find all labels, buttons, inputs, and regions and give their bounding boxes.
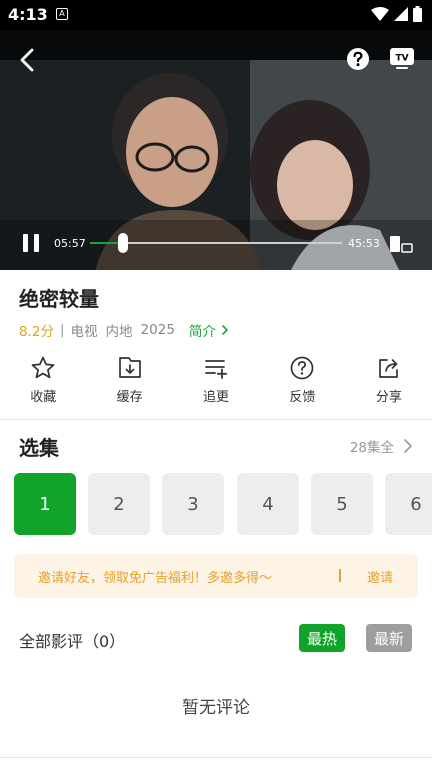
collect-label: 收藏 [30,390,57,405]
player-top-controls: TV [0,30,432,90]
current-time: 05:57 [54,237,86,250]
feedback-label: 反馈 [289,390,316,405]
question-icon [291,356,314,380]
status-bar: 4:13 A [0,0,432,30]
back-button[interactable] [14,46,42,74]
invite-button[interactable]: 邀请 [367,567,393,586]
chevron-right-icon [404,439,412,453]
pause-button[interactable] [20,232,42,254]
feedback-button[interactable]: 反馈 [259,355,345,409]
episode-item[interactable]: 6 [385,473,432,535]
wifi-icon [371,7,389,21]
divider [0,419,432,420]
show-type: 电视 [70,324,98,340]
intro-label: 简介 [188,324,216,340]
intro-link[interactable]: 简介 [189,320,231,340]
status-icons [371,6,422,22]
download-icon [118,357,141,378]
follow-label: 追更 [203,390,230,405]
cast-tv-button[interactable]: TV [389,46,415,70]
invite-banner[interactable]: 邀请好友，领取免广告福利！多邀多得～ 邀请 [14,554,418,598]
signal-icon [394,7,408,21]
app-notification-icon: A [56,8,68,20]
show-meta: 8.2分 | 电视 内地 2025 简介 [19,320,231,340]
share-label: 分享 [375,390,402,405]
episode-item[interactable]: 3 [162,473,224,535]
episodes-title: 选集 [19,436,59,460]
invite-text: 邀请好友，领取免广告福利！多邀多得～ [38,571,273,586]
episode-item[interactable]: 4 [237,473,299,535]
status-time: 4:13 [8,5,48,24]
show-region: 内地 [105,324,133,340]
video-player[interactable]: TV 05:57 45:53 [0,30,432,270]
show-year: 2025 [140,322,175,338]
episode-item[interactable]: 5 [311,473,373,535]
share-icon [378,359,398,378]
progress-bar[interactable] [90,233,342,253]
star-icon [31,356,55,379]
progress-handle[interactable] [117,233,128,253]
collect-button[interactable]: 收藏 [0,355,86,409]
episodes-count: 28集全 [349,440,394,456]
episode-item[interactable]: 2 [88,473,150,535]
svg-text:TV: TV [395,54,408,64]
help-button[interactable] [346,47,370,71]
sort-new-button[interactable]: 最新 [366,624,413,652]
follow-button[interactable]: 追更 [173,355,259,409]
cache-label: 缓存 [116,390,143,405]
episode-item[interactable]: 1 [14,473,76,535]
show-score: 8.2分 [19,324,54,340]
invite-divider [339,569,341,582]
cache-button[interactable]: 缓存 [86,355,172,409]
fullscreen-icon[interactable] [389,232,413,254]
action-bar: 收藏 缓存 追更 反馈 分享 [0,355,432,409]
meta-separator: | [59,322,65,338]
show-title: 绝密较量 [19,287,99,311]
battery-icon [413,6,422,22]
total-time: 45:53 [348,237,380,250]
divider [0,757,432,758]
chevron-right-icon [222,325,228,335]
episodes-all-button[interactable]: 28集全 [350,436,414,456]
episode-list[interactable]: 1 2 3 4 5 6 [14,473,432,535]
player-bottom-controls: 05:57 45:53 [0,226,432,260]
sort-hot-button[interactable]: 最热 [299,624,346,652]
reviews-title: 全部影评（0） [19,632,126,651]
share-button[interactable]: 分享 [346,355,432,409]
empty-reviews: 暂无评论 [182,698,250,718]
playlist-add-icon [205,360,228,379]
